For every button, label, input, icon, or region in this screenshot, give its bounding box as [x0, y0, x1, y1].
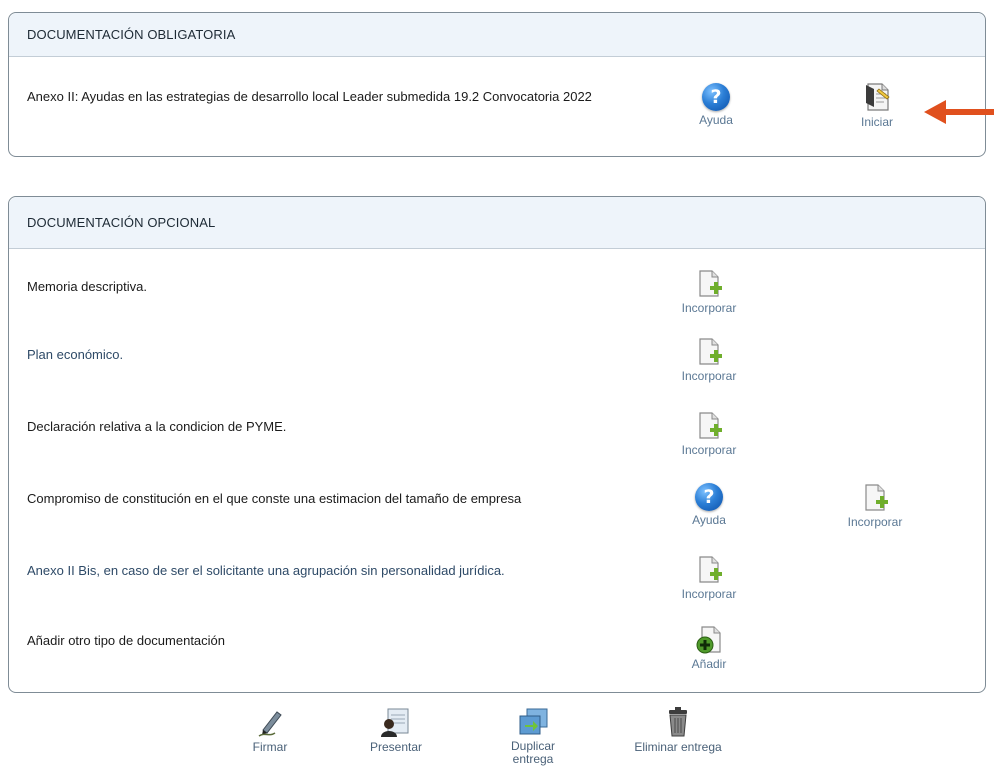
document-add-icon [699, 556, 722, 583]
optional-doc-label: Añadir otro tipo de documentación [27, 633, 226, 648]
mandatory-doc-row: Anexo II: Ayudas en las estrategias de d… [9, 83, 985, 155]
document-add-icon [699, 270, 722, 297]
incorporate-label: Incorporar [681, 301, 737, 315]
help-icon: ? [702, 83, 730, 111]
optional-doc-row: Declaración relativa a la condicion de P… [9, 407, 985, 473]
optional-doc-row: Añadir otro tipo de documentación Añadir [9, 621, 985, 687]
incorporate-button[interactable]: Incorporar [669, 269, 749, 315]
incorporate-label: Incorporar [681, 587, 737, 601]
duplicate-label: Duplicar entrega [510, 739, 555, 766]
optional-doc-label: Declaración relativa a la condicion de P… [27, 419, 287, 434]
mandatory-docs-panel: DOCUMENTACIÓN OBLIGATORIA Anexo II: Ayud… [8, 12, 986, 157]
help-button[interactable]: ? Ayuda [669, 483, 749, 527]
document-add-icon [699, 412, 722, 439]
present-button[interactable]: Presentar [356, 706, 436, 754]
pen-icon [258, 711, 282, 737]
sign-button[interactable]: Firmar [230, 706, 310, 754]
help-label: Ayuda [699, 113, 733, 127]
form-start-icon [866, 83, 890, 111]
duplicate-button[interactable]: Duplicar entrega [493, 706, 573, 766]
start-label: Iniciar [860, 115, 893, 129]
incorporate-button[interactable]: Incorporar [669, 411, 749, 457]
present-label: Presentar [369, 740, 423, 754]
help-icon: ? [695, 483, 723, 511]
incorporate-label: Incorporar [681, 443, 737, 457]
document-add-icon [699, 338, 722, 365]
mandatory-doc-label: Anexo II: Ayudas en las estrategias de d… [27, 89, 592, 104]
sign-label: Firmar [252, 740, 288, 754]
incorporate-label: Incorporar [681, 369, 737, 383]
incorporate-button[interactable]: Incorporar [669, 337, 749, 383]
optional-doc-row: Compromiso de constitución en el que con… [9, 479, 985, 545]
trash-icon [669, 707, 687, 737]
optional-doc-label: Memoria descriptiva. [27, 279, 147, 294]
add-document-button[interactable]: Añadir [669, 625, 749, 671]
incorporate-button[interactable]: Incorporar [835, 483, 915, 529]
optional-doc-row: Plan económico. Incorporar [9, 333, 985, 399]
incorporate-label: Incorporar [847, 515, 903, 529]
delete-label: Eliminar entrega [634, 740, 722, 754]
arrow-left-icon [924, 100, 994, 124]
start-button[interactable]: Iniciar [837, 81, 917, 129]
document-plus-icon [696, 626, 721, 654]
delete-button[interactable]: Eliminar entrega [623, 706, 733, 754]
add-document-label: Añadir [691, 657, 727, 671]
help-button[interactable]: ? Ayuda [676, 83, 756, 127]
document-add-icon [865, 484, 888, 511]
mandatory-docs-header: DOCUMENTACIÓN OBLIGATORIA [9, 13, 985, 57]
duplicate-icon [519, 708, 548, 735]
optional-doc-label: Compromiso de constitución en el que con… [27, 491, 522, 506]
optional-doc-row: Memoria descriptiva. Incorporar [9, 265, 985, 331]
optional-docs-header: DOCUMENTACIÓN OPCIONAL [9, 197, 985, 249]
optional-doc-label: Plan económico. [27, 347, 124, 362]
optional-doc-label: Anexo II Bis, en caso de ser el solicita… [27, 563, 505, 578]
help-label: Ayuda [692, 513, 726, 527]
incorporate-button[interactable]: Incorporar [669, 555, 749, 601]
present-icon [381, 708, 409, 737]
optional-docs-panel: DOCUMENTACIÓN OPCIONAL Memoria descripti… [8, 196, 986, 693]
optional-doc-row: Anexo II Bis, en caso de ser el solicita… [9, 551, 985, 617]
